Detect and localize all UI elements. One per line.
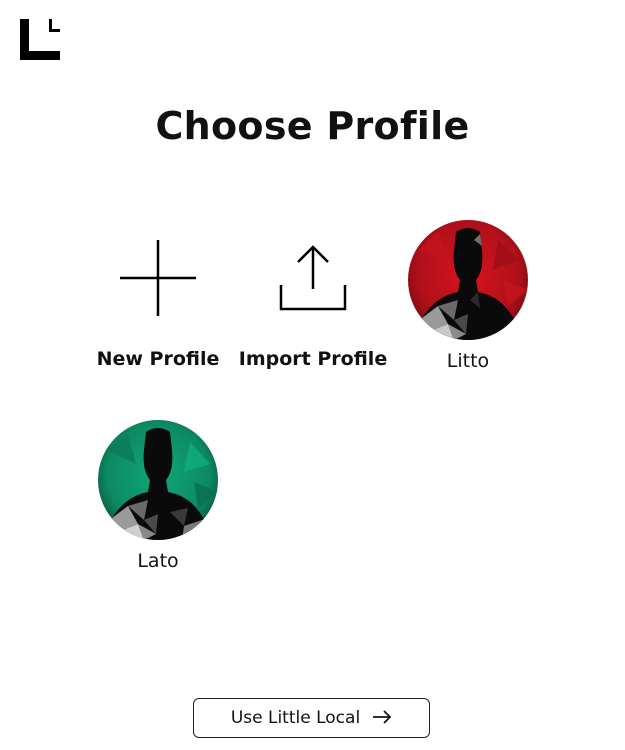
avatar	[98, 420, 218, 540]
profile-tile-lato[interactable]: Lato	[78, 420, 238, 572]
use-little-local-label: Use Little Local	[230, 708, 361, 728]
import-profile-button[interactable]: Import Profile	[233, 218, 393, 370]
little-local-logo-icon	[20, 19, 60, 60]
profile-name: Lato	[137, 550, 179, 572]
upload-icon	[253, 218, 373, 338]
import-profile-label: Import Profile	[238, 348, 388, 370]
new-profile-label: New Profile	[96, 348, 220, 370]
new-profile-button[interactable]: New Profile	[78, 218, 238, 370]
arrow-right-icon	[372, 709, 392, 727]
profile-tile-litto[interactable]: Litto	[388, 220, 548, 372]
use-little-local-button[interactable]: Use Little Local	[193, 698, 430, 738]
plus-icon	[98, 218, 218, 338]
avatar	[408, 220, 528, 340]
page-title: Choose Profile	[155, 104, 470, 148]
profile-name: Litto	[446, 350, 490, 372]
